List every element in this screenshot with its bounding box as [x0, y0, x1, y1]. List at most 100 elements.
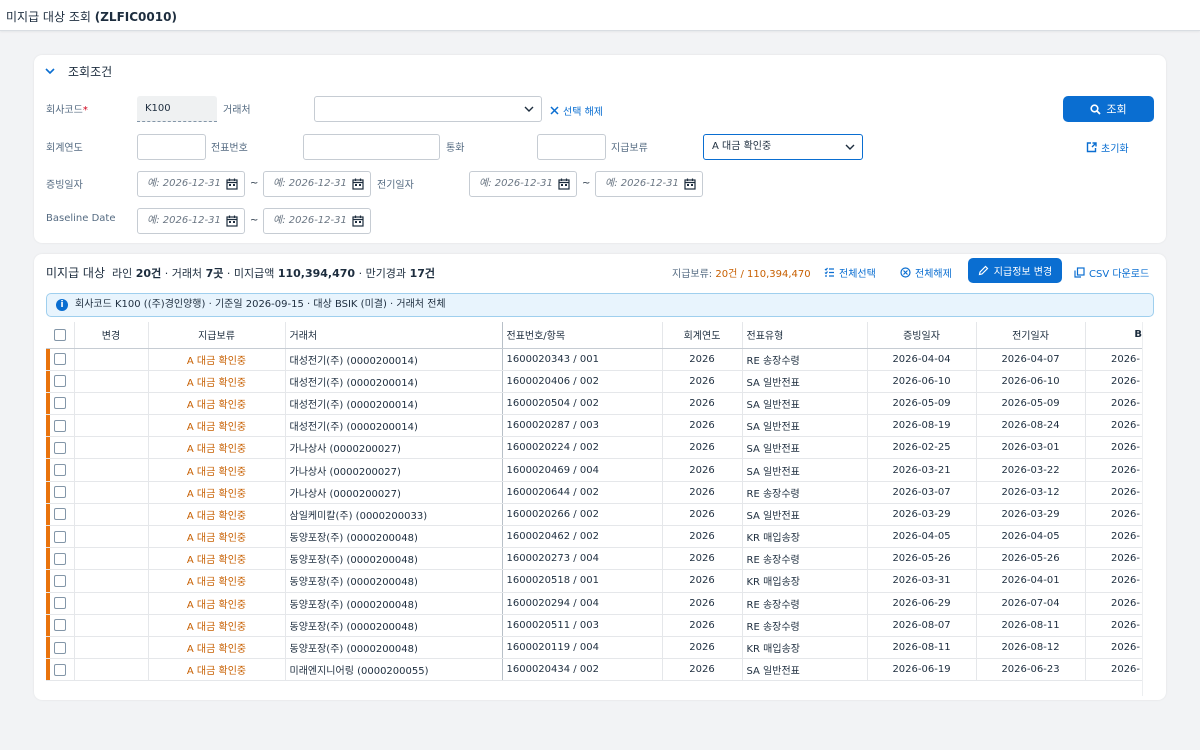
row-change-cell[interactable] — [74, 348, 149, 371]
filter-header[interactable]: 조회조건 — [68, 63, 112, 80]
row-select-checkbox[interactable] — [46, 348, 75, 371]
row-select-checkbox[interactable] — [46, 636, 75, 660]
row-doc-no: 1600020119 / 004 — [502, 636, 663, 660]
table-row[interactable]: A 대금 확인중 가나상사 (0000200027) 1600020469 / 00… — [46, 458, 1142, 482]
col-header-doc-type[interactable]: 전표유형 — [742, 322, 868, 349]
vertical-scrollbar[interactable] — [1142, 322, 1154, 696]
calendar-icon[interactable] — [558, 178, 570, 190]
row-select-checkbox[interactable] — [46, 414, 75, 438]
table-row[interactable]: A 대금 확인중 대성전기(주) (0000200014) 1600020287 /… — [46, 414, 1142, 438]
col-header-vendor[interactable]: 거래처 — [285, 322, 503, 349]
row-change-cell[interactable] — [74, 392, 149, 416]
table-row[interactable]: A 대금 확인중 대성전기(주) (0000200014) 1600020343 /… — [46, 348, 1142, 371]
row-doc-date: 2026-06-10 — [867, 370, 977, 393]
row-payment-block: A 대금 확인중 — [148, 481, 286, 504]
row-change-cell[interactable] — [74, 569, 149, 593]
doc-date-to-input[interactable]: 예: 2026-12-31 — [263, 171, 371, 197]
row-select-checkbox[interactable] — [46, 569, 75, 593]
edit-icon — [978, 265, 989, 276]
table-row[interactable]: A 대금 확인중 대성전기(주) (0000200014) 1600020406 /… — [46, 370, 1142, 393]
row-change-cell[interactable] — [74, 525, 149, 549]
row-select-checkbox[interactable] — [46, 392, 75, 416]
calendar-icon[interactable] — [352, 215, 364, 227]
currency-input[interactable] — [537, 134, 606, 160]
row-select-checkbox[interactable] — [46, 525, 75, 549]
change-payment-info-button[interactable]: 지급정보 변경 — [968, 258, 1062, 283]
search-button[interactable]: 조회 — [1063, 96, 1154, 122]
row-posting-date: 2026-03-22 — [976, 458, 1086, 482]
clear-selection-button[interactable]: 선택 해제 — [550, 103, 603, 118]
table-row[interactable]: A 대금 확인중 미래엔지니어링 (0000200055) 1600020434 /… — [46, 658, 1142, 682]
fiscal-year-input[interactable] — [137, 134, 206, 160]
row-doc-date: 2026-05-09 — [867, 392, 977, 416]
calendar-icon[interactable] — [226, 215, 238, 227]
col-header-change[interactable]: 변경 — [74, 322, 149, 349]
row-change-cell[interactable] — [74, 370, 149, 393]
table-row[interactable]: A 대금 확인중 동양포장(주) (0000200048) 1600020119 /… — [46, 636, 1142, 660]
vendor-select[interactable] — [314, 96, 542, 122]
col-header-posting-date[interactable]: 전기일자 — [976, 322, 1086, 349]
table-row[interactable]: A 대금 확인중 동양포장(주) (0000200048) 1600020518 /… — [46, 569, 1142, 593]
row-select-checkbox[interactable] — [46, 614, 75, 637]
table-row[interactable]: A 대금 확인중 동양포장(주) (0000200048) 1600020273 /… — [46, 547, 1142, 571]
col-header-doc-date[interactable]: 증빙일자 — [867, 322, 977, 349]
row-select-checkbox[interactable] — [46, 503, 75, 527]
row-change-cell[interactable] — [74, 481, 149, 504]
row-select-checkbox[interactable] — [46, 458, 75, 482]
app-title-text: 미지급 대상 조회 — [6, 10, 91, 24]
row-doc-no: 1600020511 / 003 — [502, 614, 663, 637]
reset-button[interactable]: 초기화 — [1086, 140, 1129, 155]
baseline-date-from-input[interactable]: 예: 2026-12-31 — [137, 208, 245, 234]
calendar-icon[interactable] — [352, 178, 364, 190]
row-fiscal-year: 2026 — [662, 547, 743, 571]
row-change-cell[interactable] — [74, 658, 149, 682]
baseline-date-to-input[interactable]: 예: 2026-12-31 — [263, 208, 371, 234]
row-baseline-date: 2026- — [1085, 348, 1142, 371]
table-row[interactable]: A 대금 확인중 가나상사 (0000200027) 1600020224 / 00… — [46, 436, 1142, 460]
row-change-cell[interactable] — [74, 636, 149, 660]
table-row[interactable]: A 대금 확인중 삼일케미칼(주) (0000200033) 1600020266 … — [46, 503, 1142, 527]
row-change-cell[interactable] — [74, 414, 149, 438]
row-change-cell[interactable] — [74, 614, 149, 637]
row-change-cell[interactable] — [74, 592, 149, 615]
posting-date-from-input[interactable]: 예: 2026-12-31 — [469, 171, 577, 197]
company-code-field[interactable]: K100 — [137, 96, 217, 122]
row-select-checkbox[interactable] — [46, 436, 75, 460]
select-all-button[interactable]: 전체선택 — [824, 265, 876, 280]
row-select-checkbox[interactable] — [46, 592, 75, 615]
table-row[interactable]: A 대금 확인중 가나상사 (0000200027) 1600020644 / 00… — [46, 481, 1142, 504]
csv-download-button[interactable]: CSV 다운로드 — [1074, 265, 1149, 280]
row-select-checkbox[interactable] — [46, 547, 75, 571]
row-change-cell[interactable] — [74, 458, 149, 482]
row-select-checkbox[interactable] — [46, 658, 75, 682]
row-vendor: 동양포장(주) (0000200048) — [285, 569, 503, 593]
posting-date-to-input[interactable]: 예: 2026-12-31 — [595, 171, 703, 197]
chevron-down-icon[interactable] — [45, 67, 55, 75]
header-select-checkbox[interactable] — [46, 322, 75, 349]
row-doc-type: RE 송장수령 — [742, 592, 868, 615]
doc-no-label: 전표번호 — [211, 143, 248, 154]
table-row[interactable]: A 대금 확인중 동양포장(주) (0000200048) 1600020462 /… — [46, 525, 1142, 549]
table-row[interactable]: A 대금 확인중 대성전기(주) (0000200014) 1600020504 /… — [46, 392, 1142, 416]
payment-block-select[interactable]: A 대금 확인중 — [703, 134, 863, 160]
col-header-baseline[interactable]: Base — [1085, 322, 1142, 349]
row-change-cell[interactable] — [74, 503, 149, 527]
row-fiscal-year: 2026 — [662, 525, 743, 549]
row-select-checkbox[interactable] — [46, 370, 75, 393]
calendar-icon[interactable] — [684, 178, 696, 190]
table-row[interactable]: A 대금 확인중 동양포장(주) (0000200048) 1600020294 /… — [46, 592, 1142, 615]
table-row[interactable]: A 대금 확인중 동양포장(주) (0000200048) 1600020511 /… — [46, 614, 1142, 637]
row-change-cell[interactable] — [74, 547, 149, 571]
doc-no-input[interactable] — [303, 134, 440, 160]
col-header-payment-block[interactable]: 지급보류 — [148, 322, 286, 349]
col-header-doc-no[interactable]: 전표번호/항목 — [502, 322, 663, 349]
row-vendor: 대성전기(주) (0000200014) — [285, 348, 503, 371]
calendar-icon[interactable] — [226, 178, 238, 190]
row-vendor: 동양포장(주) (0000200048) — [285, 592, 503, 615]
row-fiscal-year: 2026 — [662, 370, 743, 393]
deselect-all-button[interactable]: 전체해제 — [900, 265, 952, 280]
row-change-cell[interactable] — [74, 436, 149, 460]
doc-date-from-input[interactable]: 예: 2026-12-31 — [137, 171, 245, 197]
col-header-fiscal-year[interactable]: 회계연도 — [662, 322, 743, 349]
row-select-checkbox[interactable] — [46, 481, 75, 504]
